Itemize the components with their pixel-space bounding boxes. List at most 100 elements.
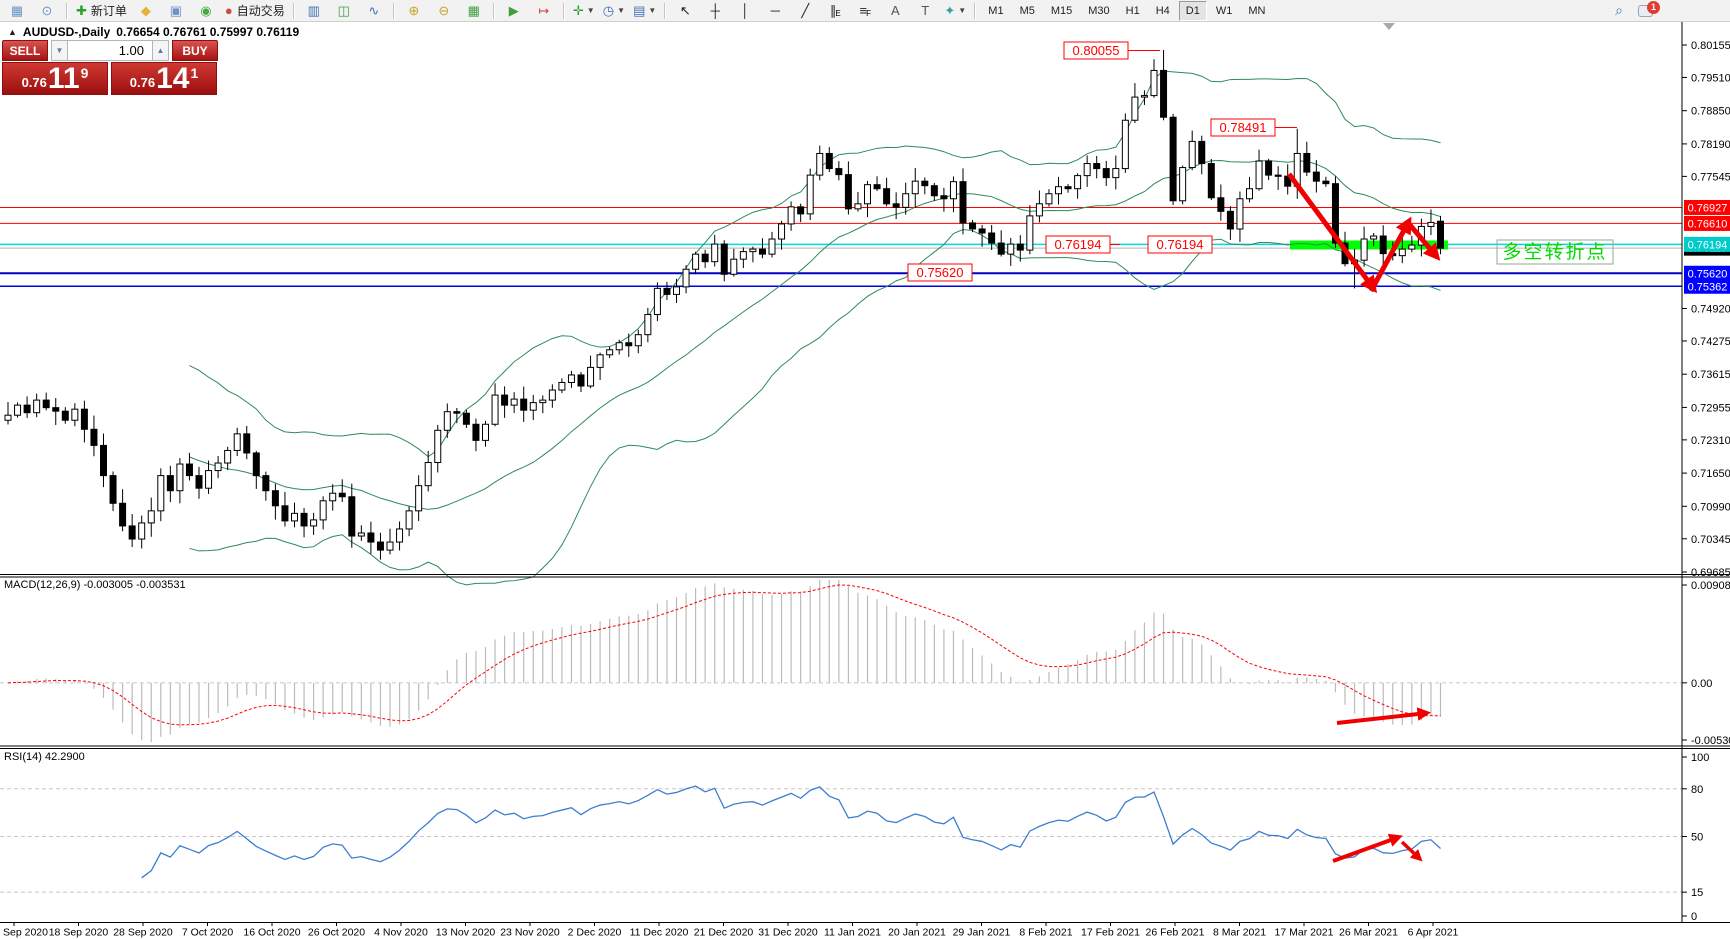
vline-button[interactable]: │ bbox=[731, 0, 759, 22]
bid-price-box[interactable]: 0.76 11 9 bbox=[2, 62, 108, 95]
candle bbox=[950, 182, 956, 199]
terminal-button[interactable]: ▣ bbox=[162, 0, 190, 22]
periods-button[interactable]: ◷▼ bbox=[600, 0, 628, 22]
indicators-button[interactable]: ✛▼ bbox=[570, 0, 598, 22]
price-axis-label[interactable]: 0.70990 bbox=[1691, 501, 1730, 513]
tile-windows-button[interactable]: ▦ bbox=[460, 0, 488, 22]
volume-decrease-button[interactable]: ▼ bbox=[51, 40, 68, 61]
autoscroll-button[interactable]: ▶ bbox=[500, 0, 528, 22]
crosshair-button[interactable]: ┼ bbox=[701, 0, 729, 22]
timeframe-M30[interactable]: M30 bbox=[1081, 1, 1116, 21]
time-axis-label[interactable]: 26 Mar 2021 bbox=[1339, 927, 1398, 939]
text-button[interactable]: A bbox=[881, 0, 909, 22]
timeframe-M15[interactable]: M15 bbox=[1044, 1, 1079, 21]
timeframe-M1[interactable]: M1 bbox=[981, 1, 1010, 21]
price-axis-label[interactable]: 0.74920 bbox=[1691, 304, 1730, 316]
time-axis-label[interactable]: 21 Dec 2020 bbox=[694, 927, 754, 939]
candle bbox=[1275, 175, 1281, 176]
time-axis-label[interactable]: 20 Jan 2021 bbox=[888, 927, 946, 939]
channel-button[interactable]: ∥E bbox=[821, 0, 849, 22]
price-axis-label[interactable]: 0.71650 bbox=[1691, 468, 1730, 480]
timeframe-D1[interactable]: D1 bbox=[1179, 1, 1207, 21]
data-window-button[interactable]: ⊙ bbox=[33, 0, 61, 22]
price-axis-label[interactable]: 0.74275 bbox=[1691, 336, 1730, 348]
candle bbox=[177, 464, 183, 491]
time-axis-label[interactable]: 8 Feb 2021 bbox=[1019, 927, 1072, 939]
time-axis-label[interactable]: 29 Jan 2021 bbox=[953, 927, 1011, 939]
chat-button[interactable]: 1 bbox=[1634, 1, 1656, 21]
arrows-button[interactable]: ✦▼ bbox=[941, 0, 969, 22]
price-axis-label[interactable]: 0.72955 bbox=[1691, 402, 1730, 414]
time-axis-label[interactable]: 11 Jan 2021 bbox=[824, 927, 881, 939]
candle bbox=[654, 288, 660, 314]
search-icon[interactable]: ⌕ bbox=[1605, 0, 1633, 22]
timeframe-H1[interactable]: H1 bbox=[1119, 1, 1147, 21]
trendline-button[interactable]: ╱ bbox=[791, 0, 819, 22]
rsi-axis-label[interactable]: 0 bbox=[1691, 911, 1697, 923]
chart-shift-icon: ↦ bbox=[538, 4, 549, 17]
time-axis-label[interactable]: 26 Oct 2020 bbox=[308, 927, 365, 939]
label-button[interactable]: T bbox=[911, 0, 939, 22]
cursor-button[interactable]: ↖ bbox=[671, 0, 699, 22]
metaeditor-button[interactable]: ◆ bbox=[132, 0, 160, 22]
rsi-axis-label[interactable]: 15 bbox=[1691, 887, 1703, 899]
time-axis-label[interactable]: Sep 2020 bbox=[3, 927, 48, 939]
price-axis-label[interactable]: 0.79510 bbox=[1691, 72, 1730, 84]
timeframe-W1[interactable]: W1 bbox=[1209, 1, 1240, 21]
time-axis-label[interactable]: 4 Nov 2020 bbox=[374, 927, 428, 939]
sell-button[interactable]: SELL bbox=[2, 40, 48, 61]
time-axis-label[interactable]: 28 Sep 2020 bbox=[113, 927, 173, 939]
price-axis-label[interactable]: 0.80155 bbox=[1691, 40, 1730, 52]
macd-axis-label[interactable]: 0.00 bbox=[1691, 678, 1712, 690]
buy-button[interactable]: BUY bbox=[172, 40, 218, 61]
zoom-out-button[interactable]: ⊖ bbox=[430, 0, 458, 22]
price-axis-label[interactable]: 0.77545 bbox=[1691, 171, 1730, 183]
timeframe-H4[interactable]: H4 bbox=[1149, 1, 1177, 21]
collapse-panel-icon[interactable]: ▲ bbox=[8, 27, 17, 37]
timeframe-MN[interactable]: MN bbox=[1241, 1, 1272, 21]
price-axis-label[interactable]: 0.72310 bbox=[1691, 435, 1730, 447]
time-axis-label[interactable]: 17 Mar 2021 bbox=[1275, 927, 1334, 939]
time-axis-label[interactable]: 17 Feb 2021 bbox=[1081, 927, 1140, 939]
time-axis-label[interactable]: 26 Feb 2021 bbox=[1146, 927, 1205, 939]
rsi-axis-label[interactable]: 50 bbox=[1691, 832, 1703, 844]
time-axis-label[interactable]: 18 Sep 2020 bbox=[49, 927, 109, 939]
price-axis-label[interactable]: 0.78850 bbox=[1691, 106, 1730, 118]
time-axis-label[interactable]: 7 Oct 2020 bbox=[182, 927, 234, 939]
time-axis-label[interactable]: 23 Nov 2020 bbox=[500, 927, 560, 939]
line-chart-button[interactable]: ∿ bbox=[360, 0, 388, 22]
volume-increase-button[interactable]: ▲ bbox=[152, 40, 169, 61]
time-axis-label[interactable]: 31 Dec 2020 bbox=[758, 927, 818, 939]
hline-button[interactable]: ─ bbox=[761, 0, 789, 22]
signals-button[interactable]: ◉ bbox=[192, 0, 220, 22]
time-axis-label[interactable]: 11 Dec 2020 bbox=[630, 927, 689, 939]
macd-axis-label[interactable]: 0.009081 bbox=[1691, 580, 1730, 592]
ask-price-box[interactable]: 0.76 14 1 bbox=[111, 62, 217, 95]
time-axis-label[interactable]: 8 Mar 2021 bbox=[1213, 927, 1266, 939]
zoom-in-button[interactable]: ⊕ bbox=[400, 0, 428, 22]
rsi-axis-label[interactable]: 80 bbox=[1691, 784, 1703, 796]
templates-button[interactable]: ▤▼ bbox=[630, 0, 659, 22]
time-axis-label[interactable]: 13 Nov 2020 bbox=[436, 927, 496, 939]
price-axis-label[interactable]: 0.78190 bbox=[1691, 139, 1730, 151]
chart-shift-button[interactable]: ↦ bbox=[530, 0, 558, 22]
bar-chart-button[interactable]: ▥ bbox=[300, 0, 328, 22]
candle bbox=[798, 207, 804, 214]
price-axis-label[interactable]: 0.69685 bbox=[1691, 567, 1730, 579]
candlestick-button[interactable]: ◫ bbox=[330, 0, 358, 22]
charts-window-button[interactable]: ▦ bbox=[3, 0, 31, 22]
new-order-button[interactable]: ✚新订单 bbox=[73, 0, 130, 22]
time-axis-label[interactable]: 16 Oct 2020 bbox=[243, 927, 300, 939]
time-axis-label[interactable]: 6 Apr 2021 bbox=[1408, 927, 1459, 939]
macd-axis-label[interactable]: -0.005306 bbox=[1691, 735, 1730, 747]
chart-area[interactable]: 0.80155 0.79510 0.78850 0.78190 0.77545 0.749… bbox=[0, 0, 1730, 939]
price-axis-label[interactable]: 0.70345 bbox=[1691, 534, 1730, 546]
rsi-axis-label[interactable]: 100 bbox=[1691, 752, 1709, 764]
volume-input[interactable]: 1.00 bbox=[68, 40, 152, 61]
price-axis-label[interactable]: 0.73615 bbox=[1691, 369, 1730, 381]
fibo-button[interactable]: ≡F bbox=[851, 0, 879, 22]
autotrading-button[interactable]: ●自动交易 bbox=[222, 0, 288, 22]
note-text[interactable]: 多空转折点 bbox=[1502, 241, 1607, 263]
timeframe-M5[interactable]: M5 bbox=[1013, 1, 1042, 21]
time-axis-label[interactable]: 2 Dec 2020 bbox=[568, 927, 622, 939]
